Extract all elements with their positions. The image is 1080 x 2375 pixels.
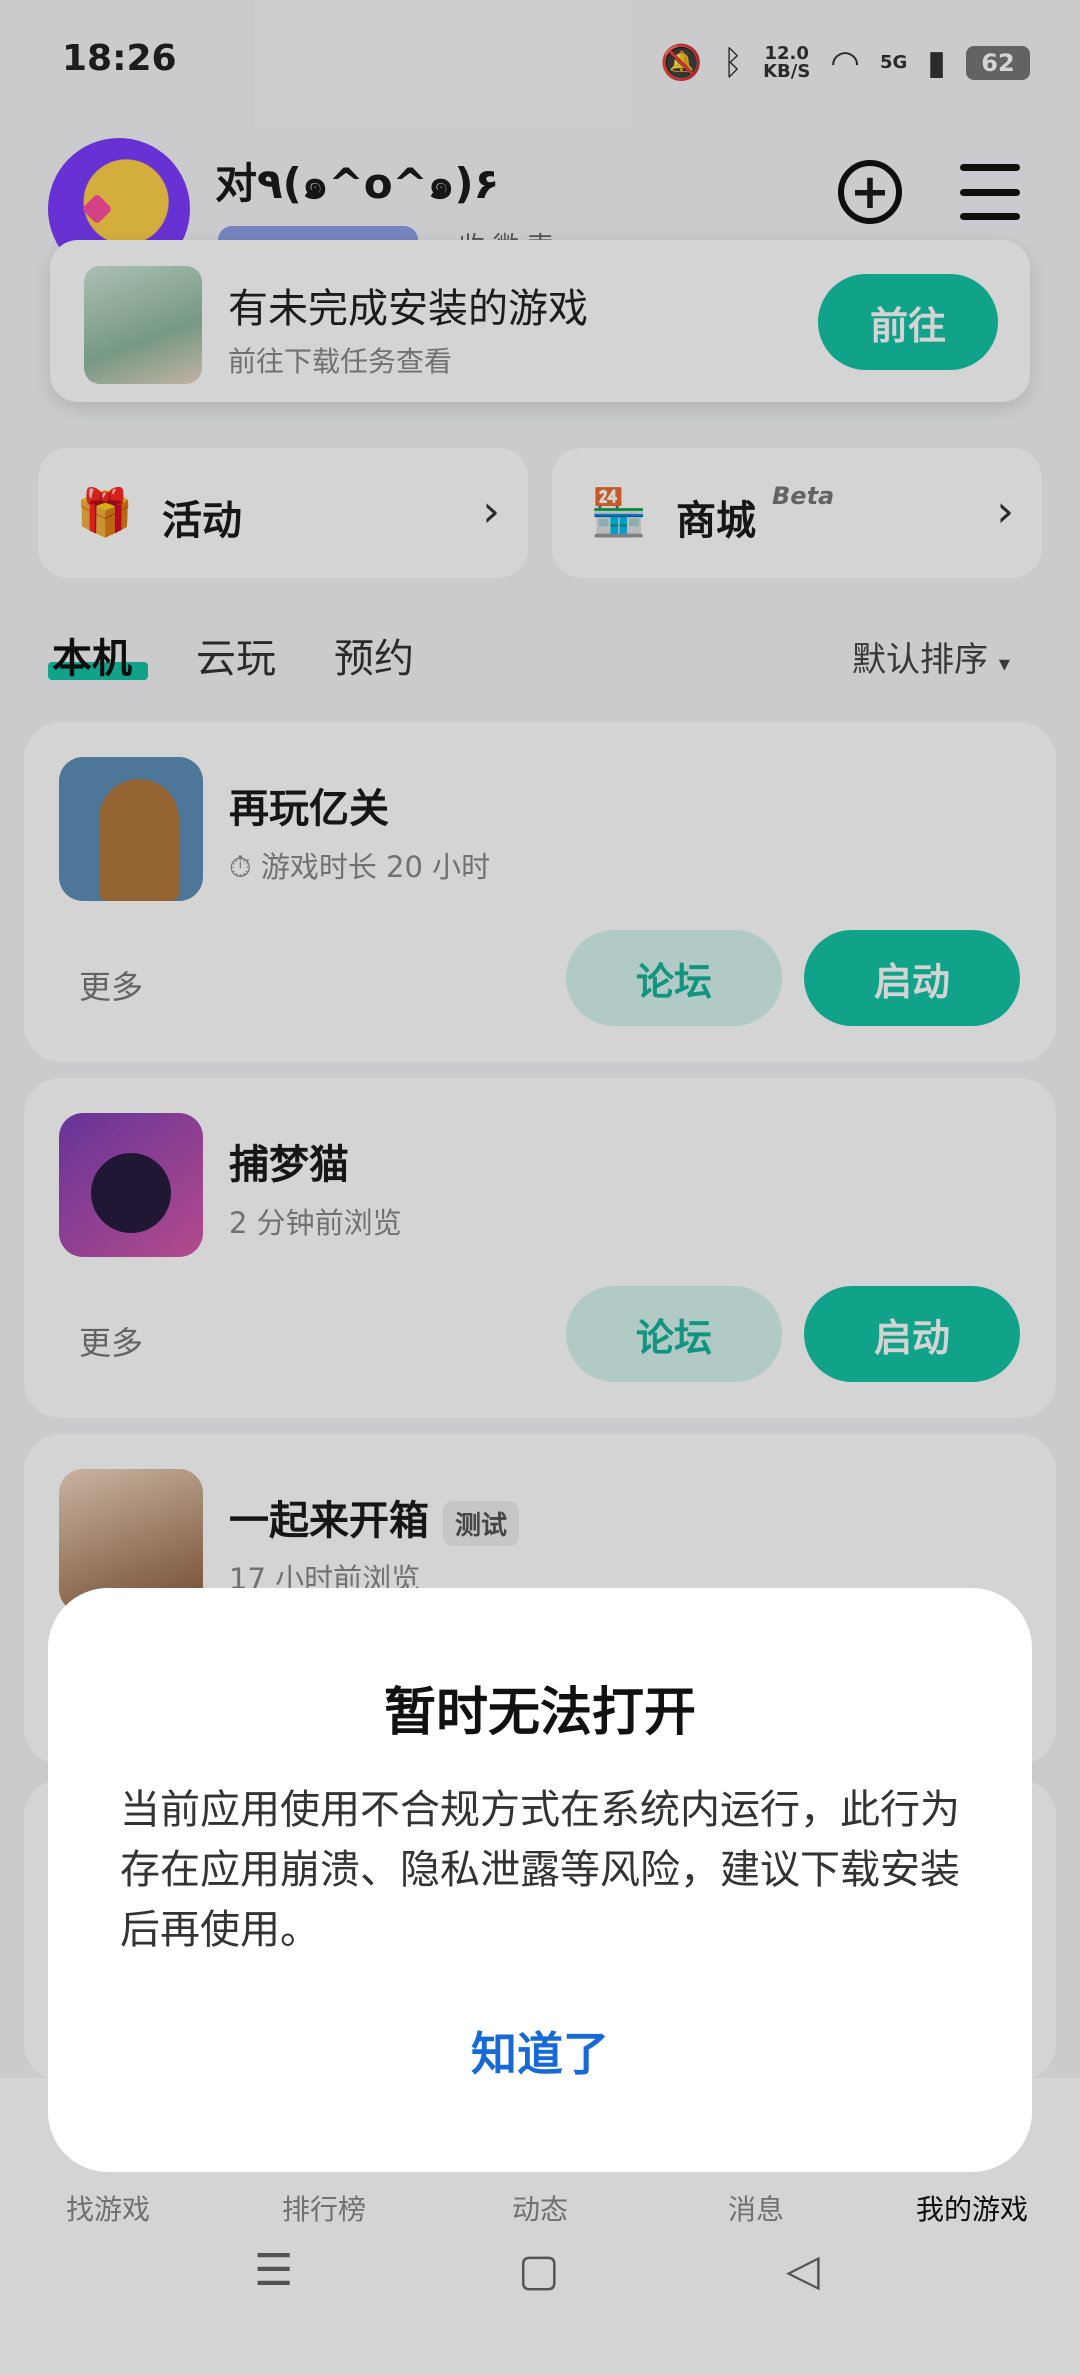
dialog: 暂时无法打开 当前应用使用不合规方式在系统内运行，此行为存在应用崩溃、隐私泄露等…: [48, 1588, 1032, 2172]
dialog-title: 暂时无法打开: [383, 1683, 696, 1743]
dialog-confirm-button[interactable]: 知道了: [48, 2018, 1032, 2084]
dialog-message: 当前应用使用不合规方式在系统内运行，此行为存在应用崩溃、隐私泄露等风险，建议下载…: [120, 1787, 960, 1953]
